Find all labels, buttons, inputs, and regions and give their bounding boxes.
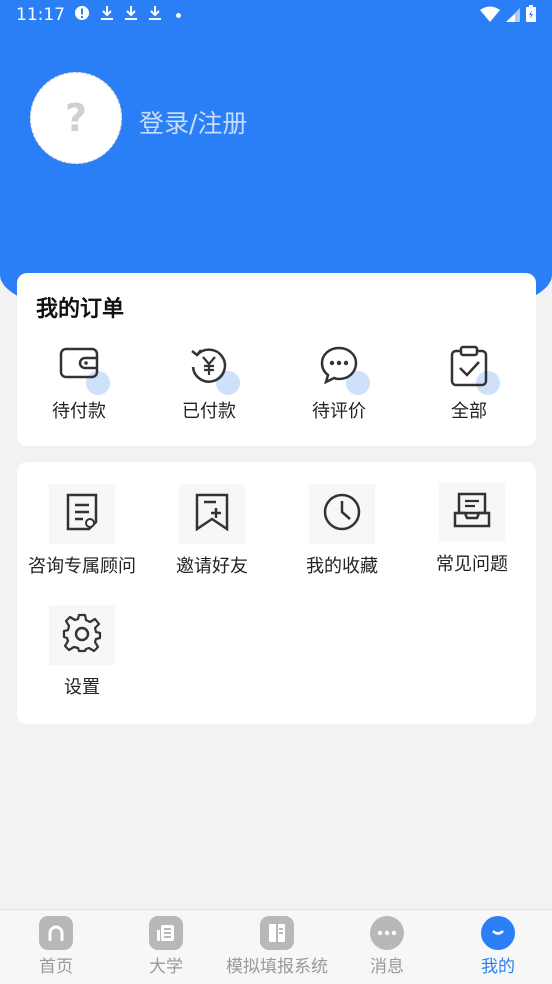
service-invite-friends[interactable]: 邀请好友 <box>147 484 277 578</box>
bookmark-plus-icon <box>194 492 230 536</box>
order-to-review[interactable]: 待评价 <box>274 341 404 423</box>
status-bar: 11:17 <box>0 0 552 30</box>
tab-simulation[interactable]: 模拟填报系统 <box>222 916 332 977</box>
message-icon <box>370 916 404 950</box>
avatar-placeholder: ? <box>64 96 88 140</box>
service-favorites[interactable]: 我的收藏 <box>277 484 407 578</box>
service-label: 邀请好友 <box>176 556 248 577</box>
bottom-tab-bar: 首页 大学 模拟填报系统 消息 我的 <box>0 909 552 984</box>
document-icon <box>64 492 100 536</box>
tab-university[interactable]: 大学 <box>136 916 196 977</box>
download-icon <box>148 5 162 26</box>
order-label: 全部 <box>451 401 487 422</box>
tab-mine[interactable]: 我的 <box>468 916 528 977</box>
services-card: 咨询专属顾问 邀请好友 我的收藏 常见问题 设置 <box>17 462 536 724</box>
tab-home[interactable]: 首页 <box>26 916 86 977</box>
notification-icons <box>74 5 181 26</box>
more-notifications-dot <box>176 13 181 18</box>
orders-card: 我的订单 待付款 已付款 待评价 全部 <box>17 273 536 446</box>
order-all[interactable]: 全部 <box>404 341 534 423</box>
login-register-link[interactable]: 登录/注册 <box>139 104 247 140</box>
service-consultant[interactable]: 咨询专属顾问 <box>17 484 147 578</box>
tab-label: 消息 <box>370 957 404 977</box>
battery-icon <box>526 5 536 27</box>
signal-icon <box>506 6 520 27</box>
tab-label: 模拟填报系统 <box>226 957 328 977</box>
service-label: 咨询专属顾问 <box>28 556 136 577</box>
alert-icon <box>74 5 90 26</box>
order-pending-payment[interactable]: 待付款 <box>14 341 144 423</box>
download-icon <box>100 5 114 26</box>
clock-icon <box>322 492 362 536</box>
download-icon <box>124 5 138 26</box>
newspaper-icon <box>149 916 183 950</box>
order-label: 已付款 <box>182 401 236 422</box>
system-icons <box>480 5 536 27</box>
gear-icon <box>62 613 102 657</box>
order-label: 待评价 <box>312 401 366 422</box>
wifi-icon <box>480 6 500 27</box>
tab-label: 首页 <box>39 957 73 977</box>
profile-icon <box>481 916 515 950</box>
tab-label: 我的 <box>481 957 515 977</box>
tab-messages[interactable]: 消息 <box>357 916 417 977</box>
inbox-tray-icon <box>453 491 491 533</box>
orders-title: 我的订单 <box>36 297 125 322</box>
service-faq[interactable]: 常见问题 <box>407 482 537 576</box>
book-icon <box>260 916 294 950</box>
tab-label: 大学 <box>149 957 183 977</box>
home-icon <box>39 916 73 950</box>
service-label: 常见问题 <box>436 554 508 575</box>
status-time: 11:17 <box>16 5 65 25</box>
order-paid[interactable]: 已付款 <box>144 341 274 423</box>
avatar[interactable]: ? <box>30 72 122 164</box>
service-label: 我的收藏 <box>306 556 378 577</box>
service-label: 设置 <box>64 677 100 698</box>
service-settings[interactable]: 设置 <box>17 605 147 699</box>
order-label: 待付款 <box>52 401 106 422</box>
